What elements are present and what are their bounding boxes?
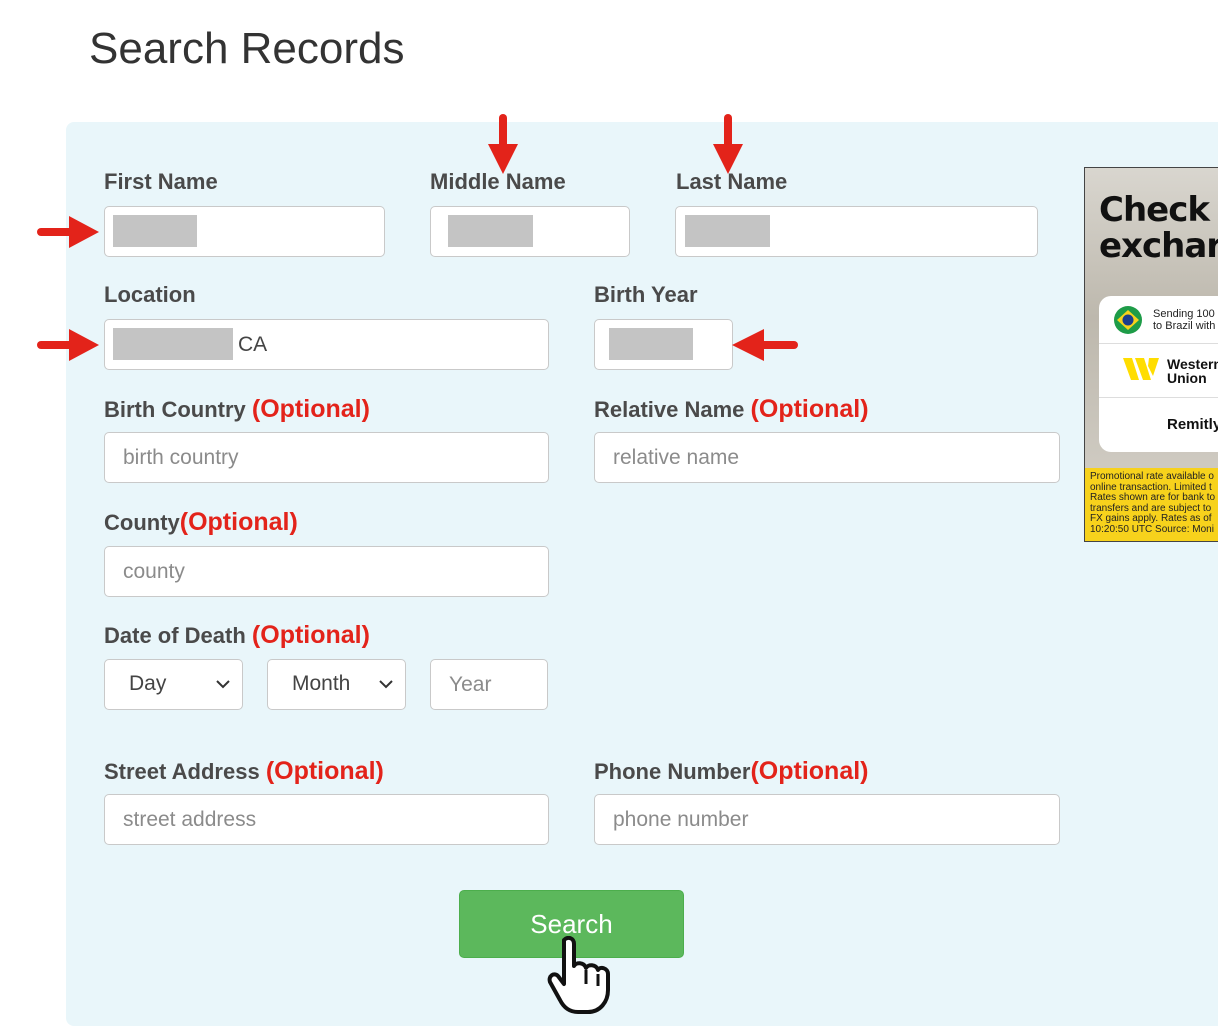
optional-tag: (Optional) [251,621,370,649]
chevron-down-icon [216,680,230,689]
page-title: Search Records [89,24,405,73]
street-address-label: Street Address (Optional) [104,757,384,785]
arrow-right-icon [37,216,99,248]
birth-country-input[interactable] [104,432,549,483]
phone-number-label: Phone Number(Optional) [594,757,869,785]
ad-comparison-card: Sending 100 to Brazil with Western Union… [1099,296,1218,452]
death-month-select[interactable]: Month [267,659,406,710]
redacted-value [685,215,770,247]
divider [1099,343,1218,344]
ad-headline: Check exchar [1099,190,1218,266]
redacted-value [113,328,233,360]
western-union-logo-icon [1123,358,1159,380]
county-input[interactable] [104,546,549,597]
optional-tag: (Optional) [251,395,370,423]
chevron-down-icon [379,680,393,689]
redacted-value [609,328,693,360]
arrow-down-icon [713,114,743,174]
birth-year-label: Birth Year [594,282,698,307]
ad-provider-western-union: Western Union [1167,356,1218,386]
redacted-value [113,215,197,247]
arrow-right-icon [37,329,99,361]
birth-country-label: Birth Country (Optional) [104,395,370,423]
ad-sending-text: Sending 100 to Brazil with [1153,308,1216,332]
arrow-down-icon [488,114,518,174]
arrow-left-icon [732,329,798,361]
optional-tag: (Optional) [750,757,869,785]
ad-disclaimer: Promotional rate available o online tran… [1085,468,1218,541]
redacted-value [448,215,533,247]
optional-tag: (Optional) [265,757,384,785]
advertisement-banner[interactable]: Check exchar Sending 100 to Brazil with … [1084,167,1218,542]
death-year-input[interactable] [430,659,548,710]
death-month-value: Month [292,672,351,695]
location-value-suffix: CA [238,333,268,356]
relative-name-input[interactable] [594,432,1060,483]
location-label: Location [104,282,196,307]
optional-tag: (Optional) [179,508,298,536]
phone-number-input[interactable] [594,794,1060,845]
ad-provider-remitly: Remitly [1167,416,1218,433]
first-name-label: First Name [104,169,218,194]
death-day-value: Day [129,672,167,695]
hand-pointer-icon [547,936,610,1014]
date-of-death-label: Date of Death (Optional) [104,621,370,649]
street-address-input[interactable] [104,794,549,845]
divider [1099,397,1218,398]
county-label: County(Optional) [104,508,298,536]
relative-name-label: Relative Name (Optional) [594,395,869,423]
brazil-flag-icon [1114,306,1142,334]
death-day-select[interactable]: Day [104,659,243,710]
optional-tag: (Optional) [750,395,869,423]
